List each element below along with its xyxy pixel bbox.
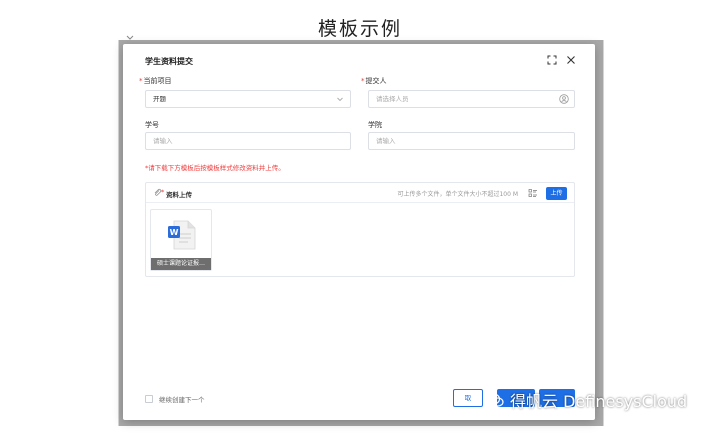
submitter-label-text: 提交人 — [365, 77, 387, 85]
upload-header: * 资料上传 可上传多个文件，单个文件大小不超过100 M 上传 — [146, 183, 574, 203]
wechat-icon — [485, 393, 504, 407]
college-placeholder: 请输入 — [376, 137, 396, 145]
upload-title: 资料上传 — [166, 191, 192, 199]
word-file-icon: W — [168, 220, 196, 250]
project-label: *当前项目 — [139, 76, 172, 86]
student-id-placeholder: 请输入 — [153, 137, 173, 145]
file-name: 硕士课题论证报… — [151, 258, 211, 270]
submitter-label: *提交人 — [361, 76, 387, 86]
cancel-button[interactable]: 取 — [453, 389, 483, 407]
dialog-title: 学生资料提交 — [145, 57, 193, 66]
list-view-icon[interactable] — [528, 188, 538, 198]
required-mark: * — [361, 77, 365, 85]
college-input[interactable]: 请输入 — [368, 132, 575, 150]
continue-create-checkbox[interactable]: 继续创建下一个 — [145, 394, 205, 404]
chevron-icon — [126, 35, 134, 40]
upload-notice: *请下载下方模板后按模板样式修改资料并上传。 — [145, 164, 285, 172]
checkbox-box[interactable] — [145, 395, 153, 403]
watermark: 得帆云 DefinesysCloud — [485, 388, 687, 412]
student-id-label: 学号 — [145, 121, 159, 129]
submitter-placeholder: 请选择人员 — [376, 95, 409, 103]
college-label: 学院 — [368, 121, 382, 129]
project-label-text: 当前项目 — [143, 77, 172, 85]
close-button[interactable] — [564, 53, 578, 67]
page-title: 模板示例 — [317, 18, 402, 40]
chevron-down-icon — [337, 97, 343, 102]
file-card[interactable]: W 硕士课题论证报… — [150, 209, 212, 271]
fullscreen-icon — [547, 55, 557, 65]
upload-hint: 可上传多个文件，单个文件大小不超过100 M — [397, 191, 518, 198]
continue-create-label: 继续创建下一个 — [159, 396, 205, 404]
required-mark: * — [161, 188, 165, 196]
student-material-dialog: 学生资料提交 *当前项目 开题 *提交人 请选择人员 学号 请输入 学院 请输入 — [123, 44, 595, 420]
required-mark: * — [139, 77, 143, 85]
project-select[interactable]: 开题 — [145, 90, 351, 108]
close-icon — [567, 56, 575, 64]
project-value: 开题 — [153, 95, 166, 103]
student-id-input[interactable]: 请输入 — [145, 132, 351, 150]
file-type-letter: W — [170, 228, 179, 237]
upload-panel: * 资料上传 可上传多个文件，单个文件大小不超过100 M 上传 W 硕士课题论… — [145, 182, 575, 277]
fullscreen-button[interactable] — [545, 53, 559, 67]
upload-button[interactable]: 上传 — [546, 187, 567, 200]
submitter-picker[interactable]: 请选择人员 — [368, 90, 575, 108]
watermark-text: 得帆云 DefinesysCloud — [510, 392, 688, 411]
user-icon — [559, 94, 569, 104]
